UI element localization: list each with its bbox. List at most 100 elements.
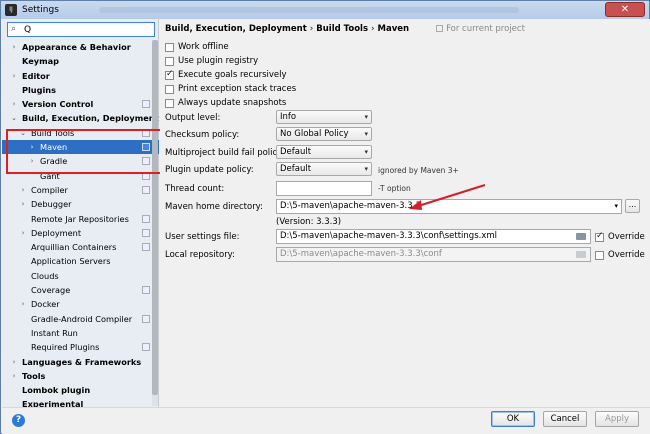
always-update-snapshots-checkbox[interactable]: [165, 98, 174, 108]
chevron-right-icon[interactable]: ›: [10, 69, 18, 83]
tree-item[interactable]: › Debugger: [2, 197, 159, 211]
tree-item[interactable]: › Tools: [2, 369, 159, 383]
settings-window: IJ Settings ✕ ⌕ › Appearance & Behavior Ke…: [0, 0, 650, 434]
breadcrumb-part: Build, Execution, Deployment: [165, 24, 307, 34]
tree-item-label: Gradle: [40, 156, 68, 167]
breadcrumb-part: Build Tools: [316, 24, 369, 34]
chevron-down-icon: ▾: [364, 165, 368, 173]
ok-button[interactable]: OK: [491, 411, 535, 427]
tree-item[interactable]: Remote Jar Repositories: [2, 212, 159, 226]
chevron-right-icon[interactable]: ›: [10, 369, 18, 383]
dialog-button-bar: ? OK Cancel Apply: [2, 407, 650, 434]
local-repository-input[interactable]: D:\5-maven\apache-maven-3.3.3\conf: [276, 247, 591, 262]
folder-icon[interactable]: [576, 251, 586, 258]
search-icon: ⌕: [11, 24, 17, 34]
chevron-right-icon[interactable]: ›: [28, 154, 36, 168]
always-update-snapshots-label: Always update snapshots: [178, 98, 287, 108]
local-repository-label: Local repository:: [165, 250, 235, 260]
chevron-down-icon: ▾: [364, 130, 368, 138]
maven-home-browse-button[interactable]: ...: [625, 199, 640, 213]
tree-item-label: Required Plugins: [31, 342, 100, 353]
chevron-right-icon[interactable]: ›: [10, 355, 18, 369]
project-scope-icon: [142, 228, 150, 237]
tree-item[interactable]: ⌄ Build Tools: [2, 126, 159, 140]
user-settings-override-checkbox[interactable]: [595, 231, 604, 242]
help-icon[interactable]: ?: [12, 414, 25, 427]
chevron-right-icon[interactable]: ›: [19, 197, 27, 211]
settings-search[interactable]: ⌕: [7, 22, 155, 37]
tree-item-label: Debugger: [31, 199, 72, 210]
chevron-right-icon[interactable]: ›: [19, 183, 27, 197]
chevron-down-icon[interactable]: ⌄: [19, 126, 27, 140]
tree-item[interactable]: › Appearance & Behavior: [2, 40, 159, 54]
apply-button[interactable]: Apply: [595, 411, 639, 427]
checksum-policy-select[interactable]: No Global Policy ▾: [276, 127, 372, 141]
local-repository-override-checkbox[interactable]: [595, 250, 604, 260]
chevron-down-icon[interactable]: ⌄: [10, 111, 18, 125]
local-repository-override-option[interactable]: Override: [595, 249, 645, 261]
chevron-right-icon[interactable]: ›: [19, 226, 27, 240]
window-title: Settings: [22, 5, 59, 15]
maven-home-input[interactable]: D:\5-maven\apache-maven-3.3.3 ▾: [276, 199, 622, 214]
tree-item[interactable]: › Gradle: [2, 154, 159, 168]
search-input[interactable]: [24, 24, 152, 35]
user-settings-input[interactable]: D:\5-maven\apache-maven-3.3.3\conf\setti…: [276, 229, 591, 244]
chevron-right-icon[interactable]: ›: [10, 40, 18, 54]
tree-item[interactable]: ⌄ Build, Execution, Deployment: [2, 111, 159, 125]
print-exception-stack-traces-checkbox[interactable]: [165, 84, 174, 94]
tree-item[interactable]: Plugins: [2, 83, 159, 97]
close-button[interactable]: ✕: [605, 2, 645, 17]
tree-item[interactable]: › Editor: [2, 69, 159, 83]
tree-item[interactable]: › Languages & Frameworks: [2, 355, 159, 369]
tree-item[interactable]: Clouds: [2, 269, 159, 283]
tree-item-label: Plugins: [22, 84, 57, 95]
user-settings-label: User settings file:: [165, 232, 240, 242]
scrollbar-thumb[interactable]: [152, 40, 158, 395]
always-update-snapshots-option[interactable]: Always update snapshots: [165, 97, 286, 109]
tree-item[interactable]: Gant: [2, 169, 159, 183]
breadcrumb-separator: ›: [371, 24, 375, 34]
tree-item-label: Appearance & Behavior: [22, 42, 131, 52]
tree-item[interactable]: Coverage: [2, 283, 159, 297]
plugin-update-policy-select[interactable]: Default ▾: [276, 162, 372, 176]
tree-item[interactable]: Application Servers: [2, 254, 159, 268]
tree-item[interactable]: › Compiler: [2, 183, 159, 197]
tree-item-label: Maven: [40, 142, 68, 153]
project-icon: [436, 25, 444, 32]
multiproject-fail-policy-select[interactable]: Default ▾: [276, 145, 372, 159]
execute-goals-recursively-checkbox[interactable]: [165, 69, 174, 80]
project-scope-note: For current project: [436, 24, 525, 34]
project-scope-icon: [142, 286, 150, 295]
work-offline-option[interactable]: Work offline: [165, 41, 229, 53]
tree-item[interactable]: › Deployment: [2, 226, 159, 240]
output-level-select[interactable]: Info ▾: [276, 110, 372, 124]
tree-item-label: Tools: [22, 370, 46, 381]
use-plugin-registry-checkbox[interactable]: [165, 56, 174, 66]
execute-goals-recursively-option[interactable]: Execute goals recursively: [165, 69, 287, 81]
tree-item[interactable]: Instant Run: [2, 326, 159, 340]
tree-item-label: Editor: [22, 70, 50, 81]
user-settings-override-option[interactable]: Override: [595, 231, 645, 243]
chevron-right-icon[interactable]: ›: [19, 297, 27, 311]
tree-item[interactable]: Required Plugins: [2, 340, 159, 354]
project-scope-icon: [142, 214, 150, 223]
breadcrumb-part: Maven: [377, 24, 410, 34]
tree-item[interactable]: Gradle-Android Compiler: [2, 312, 159, 326]
print-exception-stack-traces-option[interactable]: Print exception stack traces: [165, 83, 296, 95]
tree-scrollbar[interactable]: [152, 40, 158, 406]
use-plugin-registry-option[interactable]: Use plugin registry: [165, 55, 258, 67]
chevron-right-icon[interactable]: ›: [28, 140, 36, 154]
tree-item[interactable]: › Maven: [2, 140, 159, 155]
tree-item-label: Instant Run: [31, 327, 78, 338]
chevron-down-icon: ▾: [364, 113, 368, 121]
folder-icon[interactable]: [576, 233, 586, 240]
cancel-button[interactable]: Cancel: [543, 411, 587, 427]
tree-item[interactable]: Arquillian Containers: [2, 240, 159, 254]
tree-item[interactable]: › Docker: [2, 297, 159, 311]
tree-item[interactable]: › Version Control: [2, 97, 159, 111]
chevron-right-icon[interactable]: ›: [10, 97, 18, 111]
tree-item[interactable]: Lombok plugin: [2, 383, 159, 397]
thread-count-input[interactable]: [276, 181, 372, 196]
tree-item[interactable]: Keymap: [2, 54, 159, 68]
work-offline-checkbox[interactable]: [165, 42, 174, 52]
